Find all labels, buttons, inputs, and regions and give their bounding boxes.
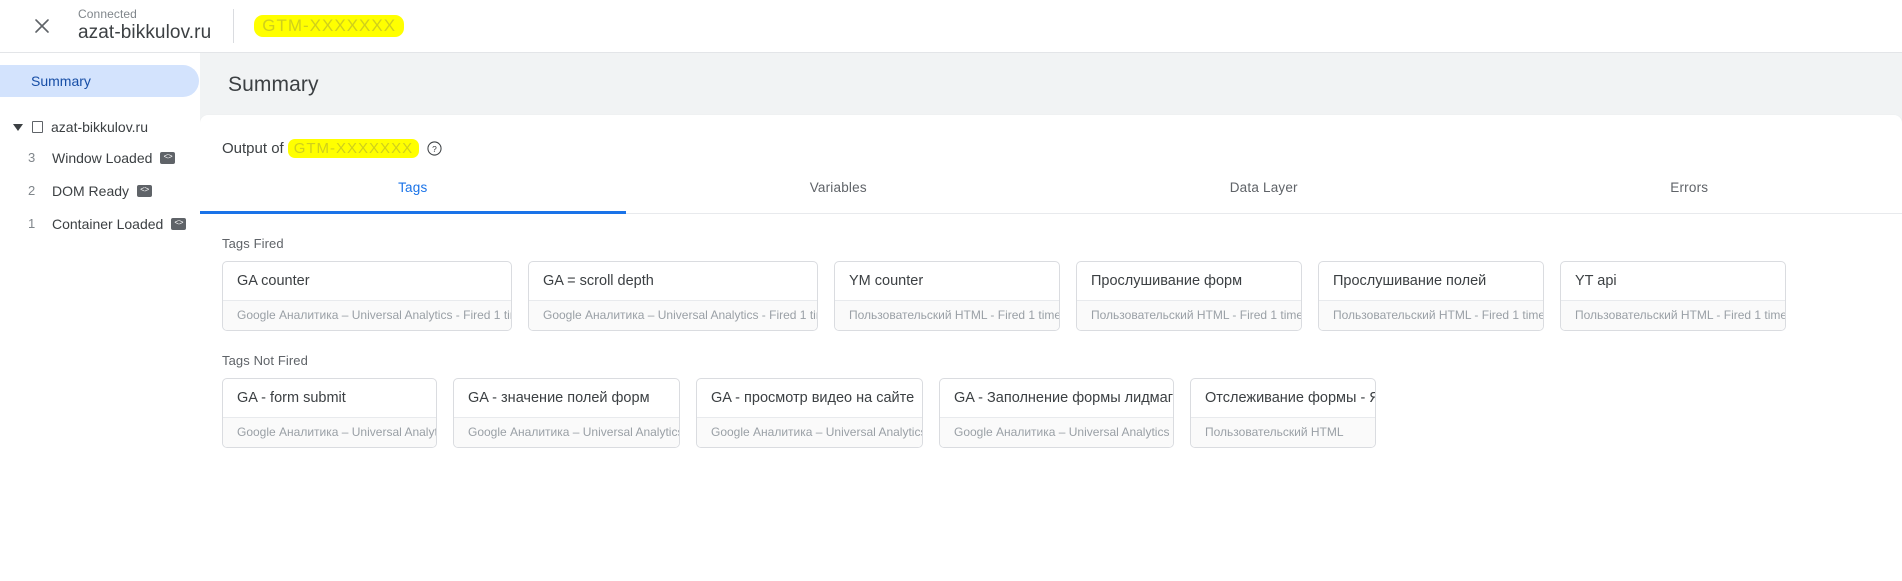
connection-info: Connected azat-bikkulov.ru — [78, 8, 211, 43]
tag-card[interactable]: GA - значение полей форм Google Аналитик… — [453, 378, 680, 448]
content-area: Summary Output of GTM-XXXXXXX ? Tags Var… — [200, 53, 1902, 581]
tab-label: Errors — [1670, 180, 1709, 195]
connection-status-label: Connected — [78, 7, 137, 22]
tab-bar: Tags Variables Data Layer Errors — [200, 176, 1902, 214]
sidebar-tree-root-label: azat-bikkulov.ru — [51, 119, 149, 135]
tag-card-subtitle: Пользовательский HTML - Fired 1 time(s) — [835, 301, 1059, 330]
tab-errors[interactable]: Errors — [1477, 176, 1902, 213]
tag-card-subtitle: Google Аналитика – Universal Analytics — [697, 418, 922, 447]
sidebar: Summary azat-bikkulov.ru 3 Window Loaded… — [0, 53, 200, 581]
tag-card-title: GA = scroll depth — [529, 262, 817, 301]
tag-card[interactable]: GA - Заполнение формы лидмагнит Google А… — [939, 378, 1174, 448]
help-circle-icon[interactable]: ? — [427, 141, 442, 156]
tag-card[interactable]: GA counter Google Аналитика – Universal … — [222, 261, 512, 331]
page-title: Summary — [228, 73, 319, 96]
sidebar-event-dom-ready[interactable]: 2 DOM Ready <> — [0, 174, 199, 207]
tag-card-subtitle: Пользовательский HTML — [1191, 418, 1375, 447]
chevron-down-icon[interactable] — [10, 119, 26, 135]
tag-card[interactable]: YT api Пользовательский HTML - Fired 1 t… — [1560, 261, 1786, 331]
body-wrapper: Summary azat-bikkulov.ru 3 Window Loaded… — [0, 53, 1902, 581]
tag-card-title: Прослушивание форм — [1077, 262, 1301, 301]
sidebar-tree-root[interactable]: azat-bikkulov.ru — [0, 113, 199, 141]
event-number: 2 — [28, 183, 36, 198]
close-icon — [32, 16, 52, 36]
tag-card-subtitle: Google Аналитика – Universal Analytics — [940, 418, 1173, 447]
code-badge-icon: <> — [160, 151, 176, 164]
tab-label: Tags — [398, 180, 428, 195]
tag-card-title: YM counter — [835, 262, 1059, 301]
event-number: 3 — [28, 150, 36, 165]
tab-tags[interactable]: Tags — [200, 176, 626, 214]
sidebar-event-window-loaded[interactable]: 3 Window Loaded <> — [0, 141, 199, 174]
tag-card-subtitle: Google Аналитика – Universal Analytics -… — [529, 301, 817, 330]
tags-not-fired-grid: GA - form submit Google Аналитика – Univ… — [222, 378, 1902, 448]
tag-card[interactable]: Прослушивание форм Пользовательский HTML… — [1076, 261, 1302, 331]
tag-card-title: Отслеживание формы - ЯМ — [1191, 379, 1375, 418]
tag-card-subtitle: Google Аналитика – Universal Analytics -… — [223, 301, 511, 330]
document-icon — [32, 121, 43, 133]
tag-card-subtitle: Пользовательский HTML - Fired 1 time(s) — [1561, 301, 1785, 330]
tag-card-title: GA counter — [223, 262, 511, 301]
tag-card-title: GA - значение полей форм — [454, 379, 679, 418]
event-label: Container Loaded — [52, 215, 164, 232]
tag-card-subtitle: Google Аналитика – Universal Analytics — [223, 418, 436, 447]
tag-card-title: Прослушивание полей — [1319, 262, 1543, 301]
top-header-bar: Connected azat-bikkulov.ru GTM-XXXXXXX — [0, 0, 1902, 53]
tags-fired-section: Tags Fired GA counter Google Аналитика –… — [200, 236, 1902, 331]
tags-fired-heading: Tags Fired — [222, 236, 284, 251]
tag-card[interactable]: GA - form submit Google Аналитика – Univ… — [222, 378, 437, 448]
event-number: 1 — [28, 216, 36, 231]
code-badge-icon: <> — [171, 217, 187, 230]
tag-card-title: GA - просмотр видео на сайте — [697, 379, 922, 418]
output-of-row: Output of GTM-XXXXXXX ? — [200, 115, 1902, 176]
tag-card-title: GA - form submit — [223, 379, 436, 418]
summary-panel: Output of GTM-XXXXXXX ? Tags Variables D… — [200, 115, 1902, 581]
sidebar-event-container-loaded[interactable]: 1 Container Loaded <> — [0, 207, 199, 240]
tags-not-fired-heading: Tags Not Fired — [222, 353, 308, 368]
tag-card-subtitle: Google Аналитика – Universal Analytics — [454, 418, 679, 447]
close-button[interactable] — [22, 6, 62, 46]
tab-label: Data Layer — [1229, 180, 1298, 195]
tag-card[interactable]: YM counter Пользовательский HTML - Fired… — [834, 261, 1060, 331]
connected-domain: azat-bikkulov.ru — [78, 21, 212, 43]
event-label: DOM Ready — [52, 182, 130, 199]
tag-card-title: GA - Заполнение формы лидмагнит — [940, 379, 1173, 418]
redacted-container-id-header: GTM-XXXXXXX — [254, 15, 405, 37]
header-divider — [233, 9, 235, 43]
tag-card-subtitle: Пользовательский HTML - Fired 1 time(s) — [1077, 301, 1301, 330]
tag-card[interactable]: Отслеживание формы - ЯМ Пользовательский… — [1190, 378, 1376, 448]
tag-card[interactable]: GA - просмотр видео на сайте Google Анал… — [696, 378, 923, 448]
tab-label: Variables — [809, 180, 867, 195]
sidebar-item-summary[interactable]: Summary — [0, 65, 199, 97]
svg-text:?: ? — [432, 144, 437, 154]
tag-card-subtitle: Пользовательский HTML - Fired 1 time(s) — [1319, 301, 1543, 330]
output-of-label: Output of — [222, 140, 284, 157]
tag-card[interactable]: GA = scroll depth Google Аналитика – Uni… — [528, 261, 818, 331]
tags-fired-grid: GA counter Google Аналитика – Universal … — [222, 261, 1902, 331]
redacted-container-id-output: GTM-XXXXXXX — [287, 139, 420, 158]
tag-card-title: YT api — [1561, 262, 1785, 301]
tag-card[interactable]: Прослушивание полей Пользовательский HTM… — [1318, 261, 1544, 331]
tab-data-layer[interactable]: Data Layer — [1051, 176, 1477, 213]
event-label: Window Loaded — [52, 149, 153, 166]
code-badge-icon: <> — [137, 184, 153, 197]
tab-variables[interactable]: Variables — [626, 176, 1052, 213]
sidebar-summary-label: Summary — [31, 73, 91, 89]
tags-not-fired-section: Tags Not Fired GA - form submit Google А… — [200, 353, 1902, 448]
